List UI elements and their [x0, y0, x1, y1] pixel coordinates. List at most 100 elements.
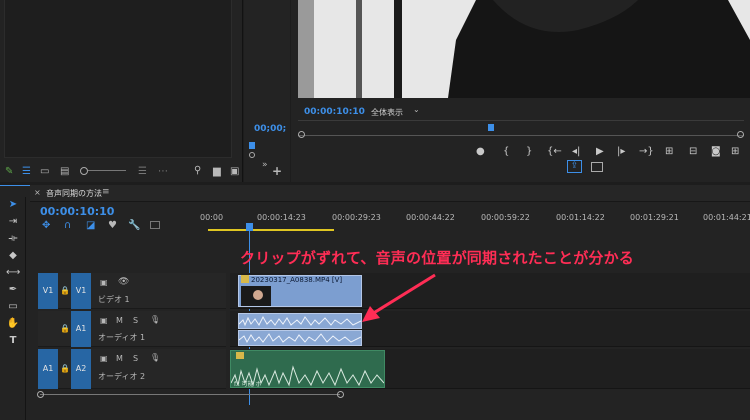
lock-icon[interactable]: 🔒 — [60, 364, 70, 373]
mute-button[interactable]: M — [116, 316, 123, 325]
playhead-marker[interactable] — [249, 142, 255, 149]
video-preview[interactable] — [298, 0, 750, 98]
more-icon[interactable]: » — [262, 160, 268, 170]
clip-label: fx 可能 ボ — [234, 381, 262, 388]
mic-icon[interactable]: 🎙 — [150, 353, 160, 362]
wrench-icon[interactable]: 🔧 — [128, 220, 140, 231]
lane-a1[interactable] — [230, 311, 750, 347]
tab-menu-icon[interactable]: ≡ — [102, 187, 110, 197]
audio-clip-a1-bottom[interactable] — [238, 330, 362, 346]
lane-v1[interactable]: 20230317_A0838.MP4 [V] — [230, 273, 750, 309]
linked-selection-icon[interactable]: ◪ — [86, 220, 95, 231]
timeline-timecode[interactable]: 00:00:10:10 — [40, 205, 114, 218]
solo-button[interactable]: S — [133, 354, 138, 363]
project-bin-area[interactable] — [4, 0, 232, 158]
scroll-end-handle[interactable] — [337, 391, 344, 398]
list-view-icon[interactable]: ☰ — [22, 166, 31, 177]
selection-tool-icon[interactable]: ➤ — [6, 199, 20, 211]
source-timecode[interactable]: 00;00; — [254, 124, 286, 134]
razor-tool-icon[interactable]: ◆ — [6, 250, 20, 262]
track-header-v1[interactable]: V1 🔒 V1 ▣ 👁 ビデオ 1 — [38, 273, 226, 309]
step-forward-icon[interactable]: |▸ — [617, 146, 625, 157]
solo-button[interactable]: S — [133, 316, 138, 325]
source-patch[interactable]: A1 — [38, 349, 58, 389]
zoom-dropdown-icon[interactable]: ⌄ — [413, 105, 420, 114]
zoom-slider-handle[interactable] — [80, 167, 88, 175]
program-scrollbar[interactable] — [298, 135, 744, 136]
timeline-scrollbar[interactable] — [40, 394, 340, 395]
captions-icon[interactable] — [150, 221, 160, 229]
mic-icon[interactable]: 🎙 — [150, 315, 160, 324]
target-track[interactable]: A2 — [71, 349, 91, 389]
extract-icon[interactable]: ⊟ — [689, 146, 697, 157]
ruler-label: 00:00 — [200, 213, 224, 222]
nest-icon[interactable]: ✥ — [42, 220, 50, 231]
add-marker-tl-icon[interactable]: ♥ — [108, 220, 117, 231]
program-playhead[interactable] — [488, 124, 494, 131]
mark-out-icon[interactable]: } — [526, 146, 532, 157]
freeform-view-icon[interactable]: ▤ — [60, 166, 69, 177]
step-back-icon[interactable]: ◂| — [572, 146, 580, 157]
sync-lock-icon[interactable]: ▣ — [100, 354, 108, 363]
zoom-select[interactable]: 全体表示 — [371, 107, 403, 118]
new-item-icon[interactable]: ▣ — [230, 166, 239, 177]
mute-button[interactable]: M — [116, 354, 123, 363]
track-select-tool-icon[interactable]: ⇥ — [6, 216, 20, 228]
program-timecode[interactable]: 00:00:10:10 — [304, 107, 365, 117]
lock-icon[interactable]: 🔒 — [60, 286, 70, 295]
go-to-in-icon[interactable]: {← — [547, 146, 562, 157]
scroll-handle[interactable] — [249, 152, 255, 158]
close-tab-icon[interactable]: × — [34, 188, 41, 197]
ruler-label: 00:00:29:23 — [332, 213, 381, 222]
pencil-icon[interactable]: ✎ — [5, 166, 13, 177]
sequence-tab[interactable]: 音声同期の方法 — [46, 188, 102, 199]
sync-lock-icon[interactable]: ▣ — [100, 316, 108, 325]
snap-icon[interactable]: ∩ — [64, 220, 71, 231]
search-icon[interactable]: ⚲ — [194, 165, 201, 176]
zoom-slider-track[interactable] — [88, 170, 126, 171]
camera-icon[interactable]: ◙ — [711, 146, 721, 157]
target-track[interactable]: V1 — [71, 273, 91, 309]
pen-tool-icon[interactable]: ✒ — [6, 284, 20, 296]
time-ruler[interactable]: 00:00 00:00:14:23 00:00:29:23 00:00:44:2… — [200, 203, 750, 235]
fx-badge-icon — [241, 275, 249, 283]
project-panel — [0, 0, 243, 182]
scroll-start-handle[interactable] — [37, 391, 44, 398]
track-header-a2[interactable]: A1 🔒 A2 ▣ M S 🎙 オーディオ 2 — [38, 349, 226, 389]
new-bin-icon[interactable]: ▆ — [213, 166, 221, 177]
sync-lock-icon[interactable]: ▣ — [100, 278, 108, 287]
audio-clip-a1-top[interactable] — [238, 313, 362, 329]
audio-clip-a2[interactable]: fx 可能 ボ — [230, 350, 385, 388]
icon-view-icon[interactable]: ▭ — [40, 166, 49, 177]
eye-icon[interactable]: 👁 — [118, 277, 129, 287]
export-frame-icon[interactable]: ⇪ — [567, 160, 582, 173]
source-patch[interactable]: V1 — [38, 273, 58, 309]
person-figure — [298, 0, 750, 98]
work-area-bar[interactable] — [208, 229, 334, 231]
lift-icon[interactable]: ⊞ — [665, 146, 673, 157]
program-scroll-start[interactable] — [298, 131, 305, 138]
mark-in-icon[interactable]: { — [503, 146, 509, 157]
target-track[interactable]: A1 — [71, 311, 91, 347]
program-ruler[interactable] — [298, 120, 744, 121]
track-header-a1[interactable]: 🔒 A1 ▣ M S 🎙 オーディオ 1 — [38, 311, 226, 347]
lock-icon[interactable]: 🔒 — [60, 324, 70, 333]
settings-icon[interactable]: ⊞ — [731, 146, 739, 157]
video-clip[interactable]: 20230317_A0838.MP4 [V] — [238, 275, 362, 307]
play-icon[interactable]: ▶ — [596, 146, 604, 157]
slip-tool-icon[interactable]: ⟷ — [6, 267, 20, 279]
ruler-label: 00:00:59:22 — [481, 213, 530, 222]
safe-margins-icon[interactable] — [591, 162, 603, 172]
lane-a2[interactable]: fx 可能 ボ — [230, 349, 750, 389]
sort-icon[interactable]: ☰ — [138, 166, 147, 177]
rectangle-tool-icon[interactable]: ▭ — [6, 301, 20, 313]
go-to-out-icon[interactable]: →} — [639, 146, 654, 157]
type-tool-icon[interactable]: T — [6, 335, 20, 347]
hand-tool-icon[interactable]: ✋ — [6, 318, 20, 330]
automate-icon[interactable]: ⋯ — [158, 166, 168, 177]
program-scroll-end[interactable] — [737, 131, 744, 138]
program-monitor: 00:00:10:10 全体表示 ⌄ ● { } {← ◂| ▶ |▸ →} ⊞… — [291, 0, 750, 182]
add-button-icon[interactable]: + — [272, 164, 282, 178]
ripple-edit-tool-icon[interactable]: ⟛ — [6, 233, 20, 245]
add-marker-icon[interactable]: ● — [476, 146, 485, 157]
